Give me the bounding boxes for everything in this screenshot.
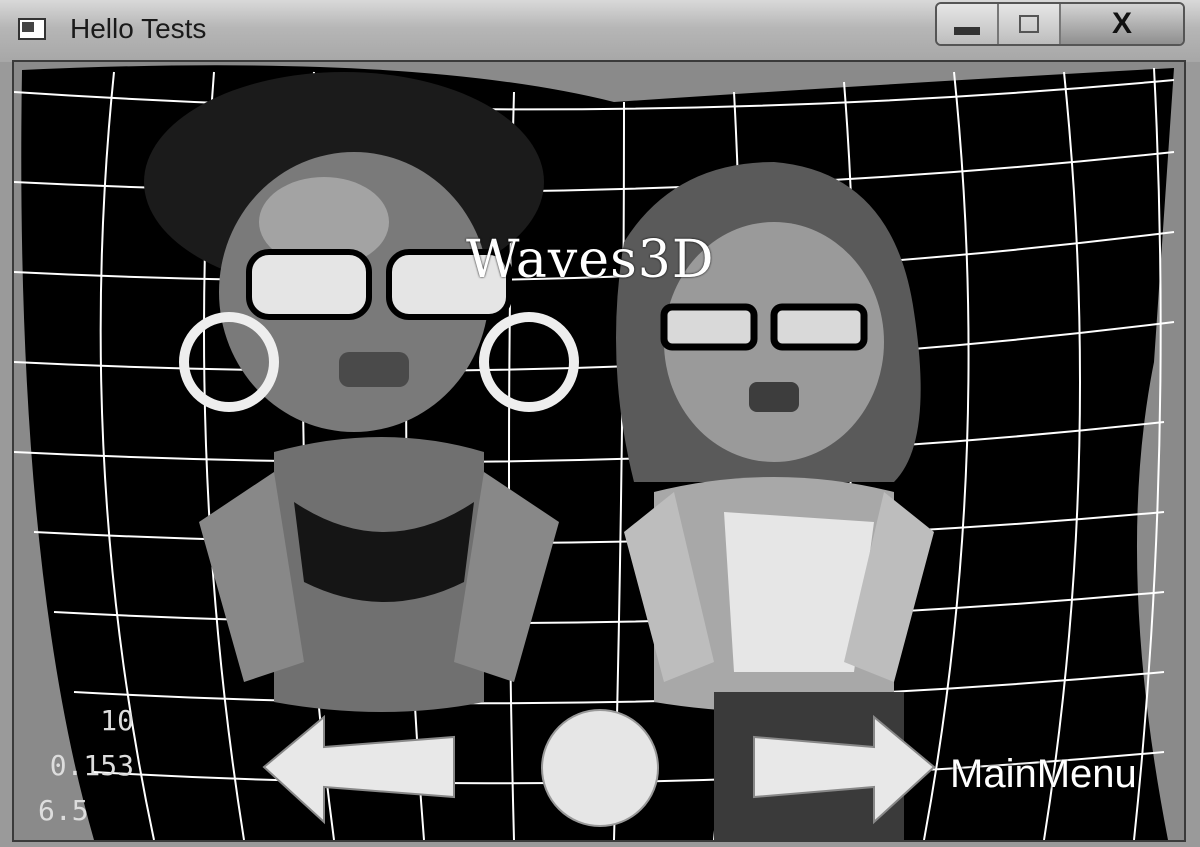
maximize-icon: [1019, 15, 1039, 33]
scene-title: Waves3D: [466, 230, 715, 290]
stat-frame-time: 0.153: [49, 749, 134, 782]
window-icon: [18, 18, 46, 40]
stats-overlay: 10 0.153 6.5: [24, 698, 148, 833]
maximize-button[interactable]: [999, 4, 1061, 44]
close-icon: X: [1111, 7, 1132, 40]
restart-button[interactable]: [541, 709, 659, 827]
window-title: Hello Tests: [70, 13, 207, 44]
app-window: Hello Tests X Waves3D 10 0.153 6.5 MainM…: [0, 0, 1200, 847]
main-menu-link[interactable]: MainMenu: [950, 752, 1137, 797]
title-bar[interactable]: Hello Tests X: [0, 0, 1200, 62]
waves3d-scene: [14, 65, 1175, 840]
close-button[interactable]: X: [1061, 4, 1183, 44]
window-controls: X: [935, 2, 1185, 46]
minimize-button[interactable]: [937, 4, 999, 44]
stat-draw-calls: 10: [100, 704, 134, 737]
circle-icon: [541, 709, 659, 827]
game-canvas[interactable]: Waves3D 10 0.153 6.5 MainMenu: [14, 62, 1186, 840]
stat-fps: 6.5: [38, 794, 89, 827]
minimize-icon: [954, 27, 980, 35]
